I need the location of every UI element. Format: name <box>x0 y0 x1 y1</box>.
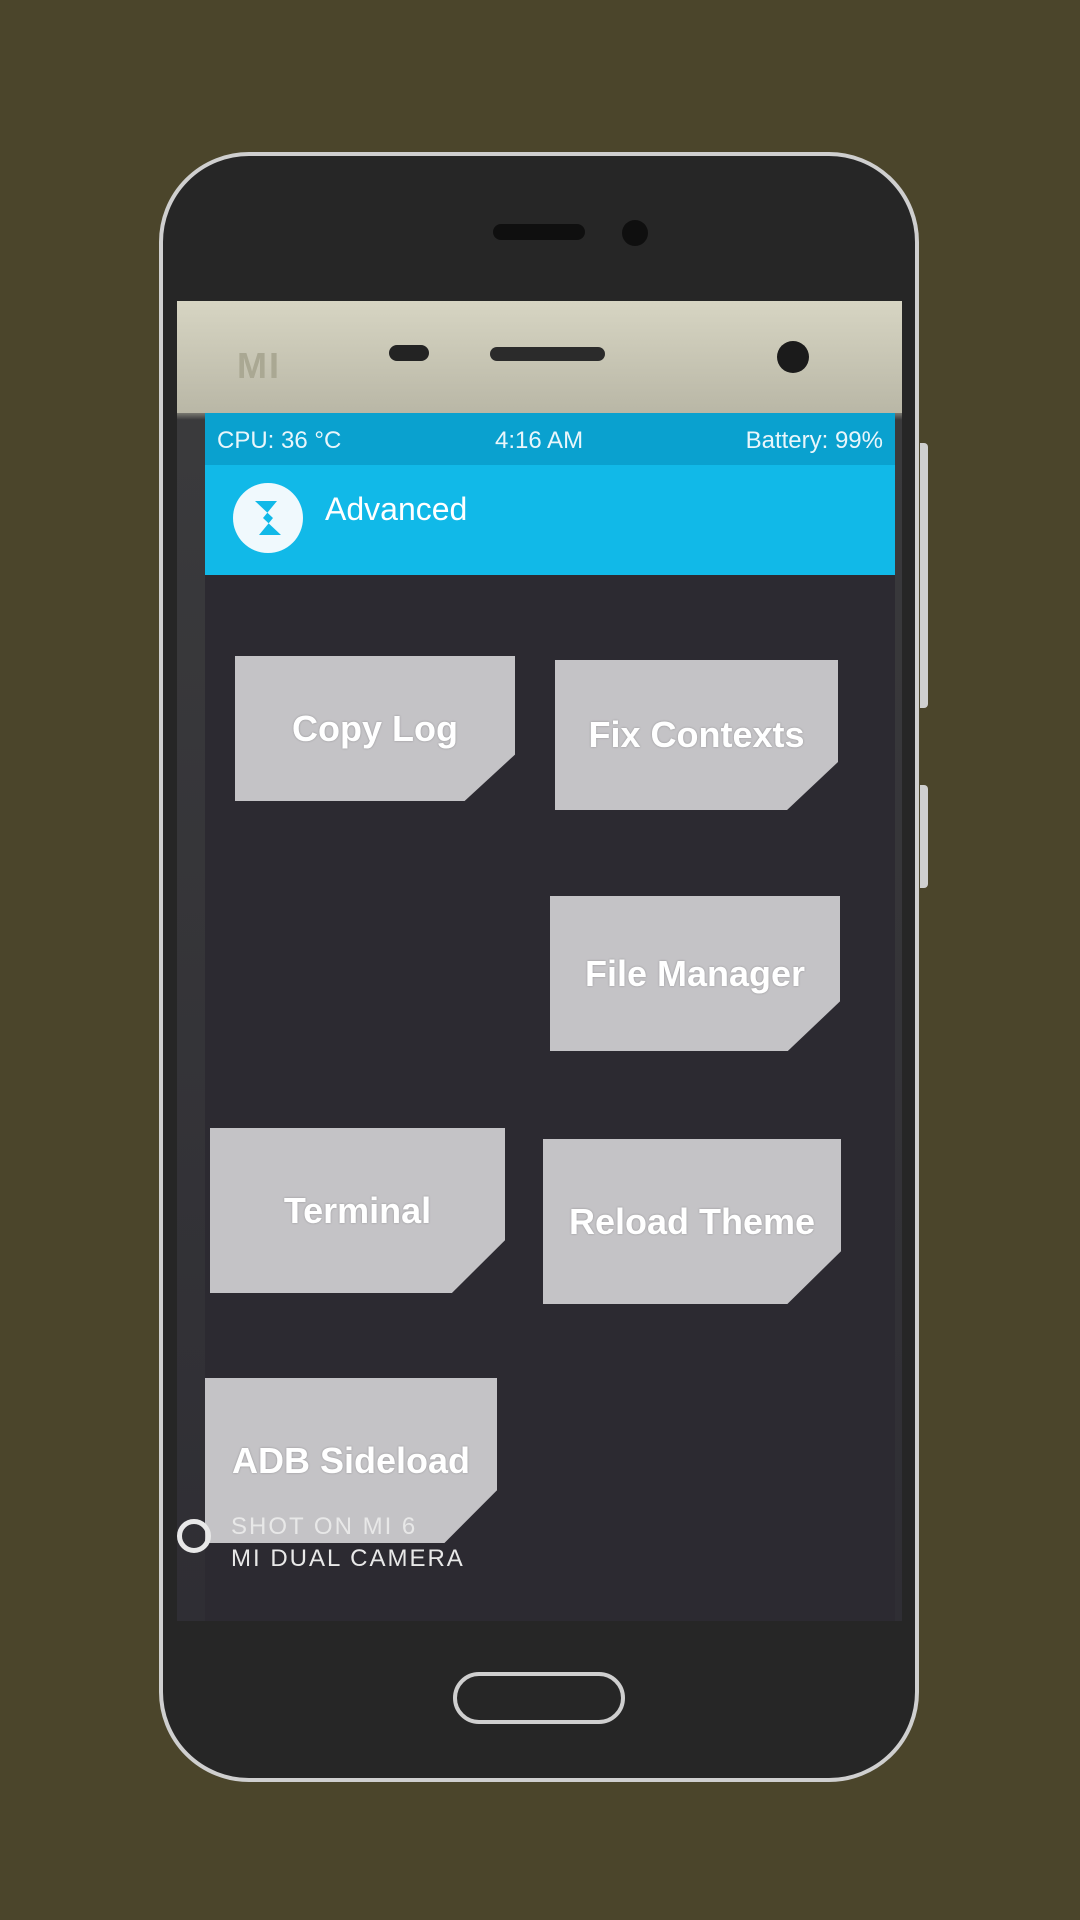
recovery-screen: CPU: 36 °C 4:16 AM Battery: 99% Advanced… <box>205 413 895 1621</box>
power-button[interactable] <box>920 785 928 888</box>
clock: 4:16 AM <box>495 427 584 454</box>
camera-watermark-icon <box>177 1519 211 1553</box>
earpiece-speaker <box>493 224 585 240</box>
volume-button[interactable] <box>920 443 928 708</box>
device-speaker <box>490 347 605 361</box>
device-camera-icon <box>777 341 809 373</box>
watermark-line-1: SHOT ON MI 6 <box>231 1513 418 1540</box>
watermark-line-2: MI DUAL CAMERA <box>231 1545 465 1572</box>
reload-theme-button[interactable]: Reload Theme <box>543 1139 841 1304</box>
cpu-temperature: CPU: 36 °C <box>217 427 342 454</box>
home-button[interactable] <box>453 1672 625 1724</box>
proximity-sensor <box>389 345 429 361</box>
device-bezel: MI <box>177 301 902 413</box>
terminal-button[interactable]: Terminal <box>210 1128 505 1293</box>
copy-log-button[interactable]: Copy Log <box>235 656 515 801</box>
screen-photo: MI CPU: 36 °C 4:16 AM Battery: 99% Advan… <box>177 301 902 1621</box>
page-title: Advanced <box>325 491 468 527</box>
twrp-logo-icon <box>233 483 303 553</box>
file-manager-button[interactable]: File Manager <box>550 896 840 1051</box>
battery-level: Battery: 99% <box>745 427 883 454</box>
brand-logo: MI <box>237 345 281 386</box>
title-bar: Advanced <box>205 465 895 575</box>
camera-watermark: SHOT ON MI 6 MI DUAL CAMERA <box>231 1511 465 1575</box>
front-camera-icon <box>622 220 648 246</box>
status-bar: CPU: 36 °C 4:16 AM Battery: 99% <box>205 413 895 465</box>
fix-contexts-button[interactable]: Fix Contexts <box>555 660 838 810</box>
